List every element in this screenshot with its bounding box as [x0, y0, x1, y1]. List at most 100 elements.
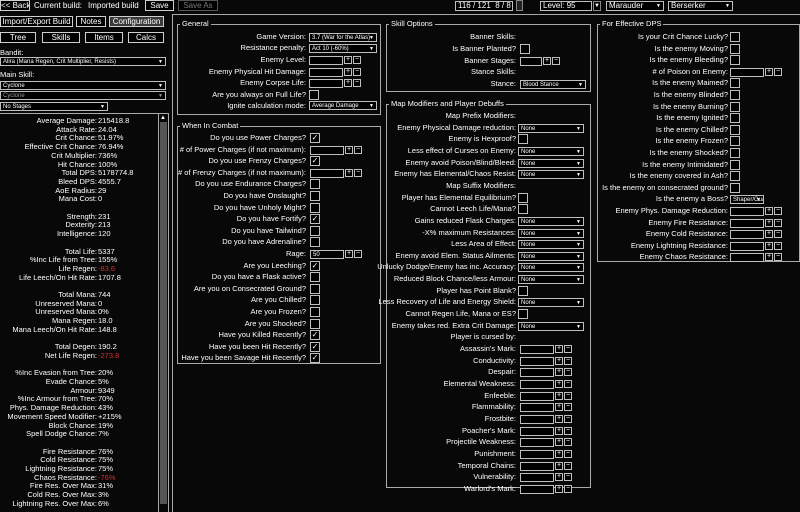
curse-input[interactable] — [520, 356, 554, 366]
curse-plus[interactable]: + — [555, 461, 563, 470]
intimidated-checkbox[interactable] — [730, 159, 740, 170]
onslaught-checkbox[interactable] — [310, 191, 320, 201]
unlucky-dodge-select[interactable]: None — [518, 263, 584, 273]
ash-checkbox[interactable] — [730, 171, 740, 182]
poison-minus[interactable]: − — [774, 67, 782, 76]
reduced-flask-select[interactable]: None — [518, 216, 584, 226]
banner-stages-minus[interactable]: − — [552, 57, 560, 65]
frenzy-charges-checkbox[interactable]: ✓ — [310, 156, 320, 167]
num-frenzy-input[interactable] — [310, 168, 344, 178]
curse-minus[interactable]: − — [564, 379, 572, 388]
curse-input[interactable] — [520, 449, 554, 459]
curse-minus[interactable]: − — [564, 403, 572, 412]
tab-import-export[interactable]: Import/Export Build — [0, 16, 73, 27]
max-res-select[interactable]: None — [518, 228, 584, 238]
been-hit-checkbox[interactable]: ✓ — [310, 341, 320, 352]
savage-hit-checkbox[interactable]: ✓ — [310, 353, 320, 364]
fire-res-plus[interactable]: + — [765, 218, 773, 227]
curse-plus[interactable]: + — [555, 356, 563, 365]
ascendancy-select[interactable]: Berserker — [668, 1, 733, 11]
curse-plus[interactable]: + — [555, 473, 563, 482]
fire-res-input[interactable] — [730, 218, 764, 228]
curse-plus[interactable]: + — [555, 379, 563, 388]
player-ee-checkbox[interactable] — [518, 192, 528, 203]
banner-stages-input[interactable] — [520, 57, 542, 66]
phys-reduction-minus[interactable]: − — [774, 207, 782, 215]
curse-plus[interactable]: + — [555, 345, 563, 353]
curse-input[interactable] — [520, 368, 554, 378]
curse-plus[interactable]: + — [555, 438, 563, 447]
hexproof-checkbox[interactable] — [518, 134, 528, 145]
num-frenzy-plus[interactable]: + — [345, 168, 353, 177]
cold-res-minus[interactable]: − — [774, 230, 782, 239]
tab-notes[interactable]: Notes — [76, 16, 106, 27]
curse-input[interactable] — [520, 403, 554, 413]
enemy-corpse-life-input[interactable] — [309, 79, 343, 88]
curse-minus[interactable]: − — [564, 449, 572, 458]
rage-minus[interactable]: − — [354, 250, 362, 258]
curse-input[interactable] — [520, 461, 554, 471]
curse-minus[interactable]: − — [564, 484, 572, 493]
endurance-checkbox[interactable] — [310, 179, 320, 190]
game-version-select[interactable]: 3.7 (War for the Atlas) — [309, 33, 377, 42]
phys-reduction-select[interactable]: None — [518, 123, 584, 133]
tab-calcs[interactable]: Calcs — [128, 32, 164, 43]
main-skill-select[interactable]: Cyclone — [0, 81, 166, 90]
curse-minus[interactable]: − — [564, 345, 572, 353]
num-frenzy-minus[interactable]: − — [354, 168, 362, 177]
cold-res-plus[interactable]: + — [765, 230, 773, 239]
curse-plus[interactable]: + — [555, 484, 563, 493]
save-button[interactable]: Save — [145, 0, 174, 11]
curse-input[interactable] — [520, 426, 554, 436]
curse-minus[interactable]: − — [564, 473, 572, 482]
banner-planted-checkbox[interactable] — [520, 44, 530, 54]
poison-plus[interactable]: + — [765, 67, 773, 76]
ignite-mode-select[interactable]: Average Damage — [309, 101, 377, 110]
num-power-plus[interactable]: + — [345, 145, 353, 154]
elem-equil-select[interactable]: None — [518, 170, 584, 180]
stages-select[interactable]: No Stages — [0, 102, 108, 111]
phys-reduction-plus[interactable]: + — [765, 207, 773, 215]
curse-minus[interactable]: − — [564, 426, 572, 435]
curse-minus[interactable]: − — [564, 356, 572, 365]
skill-part-select[interactable]: Cyclone — [0, 91, 166, 100]
curse-plus[interactable]: + — [555, 414, 563, 423]
resistance-penalty-select[interactable]: Act 10 (-60%) — [309, 44, 377, 53]
enemy-phys-hit-plus[interactable]: + — [344, 68, 352, 76]
enemy-level-input[interactable] — [309, 56, 343, 65]
leeching-checkbox[interactable]: ✓ — [310, 260, 320, 271]
consecrated-checkbox[interactable] — [730, 182, 740, 193]
no-leech-checkbox[interactable] — [518, 204, 528, 215]
light-res-input[interactable] — [730, 241, 764, 251]
cold-res-input[interactable] — [730, 230, 764, 240]
chaos-res-input[interactable] — [730, 253, 764, 263]
light-res-plus[interactable]: + — [765, 241, 773, 250]
save-as-button[interactable]: Save As — [178, 0, 218, 11]
frozen-checkbox[interactable] — [730, 136, 740, 147]
ignited-checkbox[interactable] — [730, 113, 740, 124]
banner-stages-plus[interactable]: + — [543, 57, 551, 65]
chilled-checkbox[interactable] — [730, 124, 740, 135]
tab-configuration[interactable]: Configuration — [109, 16, 164, 27]
shocked-checkbox[interactable] — [310, 318, 320, 329]
curse-minus[interactable]: − — [564, 461, 572, 470]
curse-plus[interactable]: + — [555, 391, 563, 400]
poison-input[interactable] — [730, 67, 764, 77]
power-charges-checkbox[interactable]: ✓ — [310, 133, 320, 143]
curse-plus[interactable]: + — [555, 449, 563, 458]
tab-skills[interactable]: Skills — [42, 32, 80, 43]
scroll-thumb[interactable] — [160, 122, 167, 504]
stance-select[interactable]: Blood Stance — [520, 80, 586, 89]
num-power-minus[interactable]: − — [354, 145, 362, 154]
less-curse-select[interactable]: None — [518, 146, 584, 156]
enemy-phys-hit-minus[interactable]: − — [353, 68, 361, 76]
unholy-checkbox[interactable] — [310, 202, 320, 213]
killed-checkbox[interactable]: ✓ — [310, 330, 320, 341]
maimed-checkbox[interactable] — [730, 78, 740, 89]
back-button[interactable]: << Back — [0, 0, 30, 11]
full-life-checkbox[interactable] — [309, 90, 319, 100]
less-recovery-select[interactable]: None — [518, 298, 584, 308]
curse-input[interactable] — [520, 438, 554, 448]
chaos-res-plus[interactable]: + — [765, 253, 773, 262]
curse-input[interactable] — [520, 414, 554, 424]
